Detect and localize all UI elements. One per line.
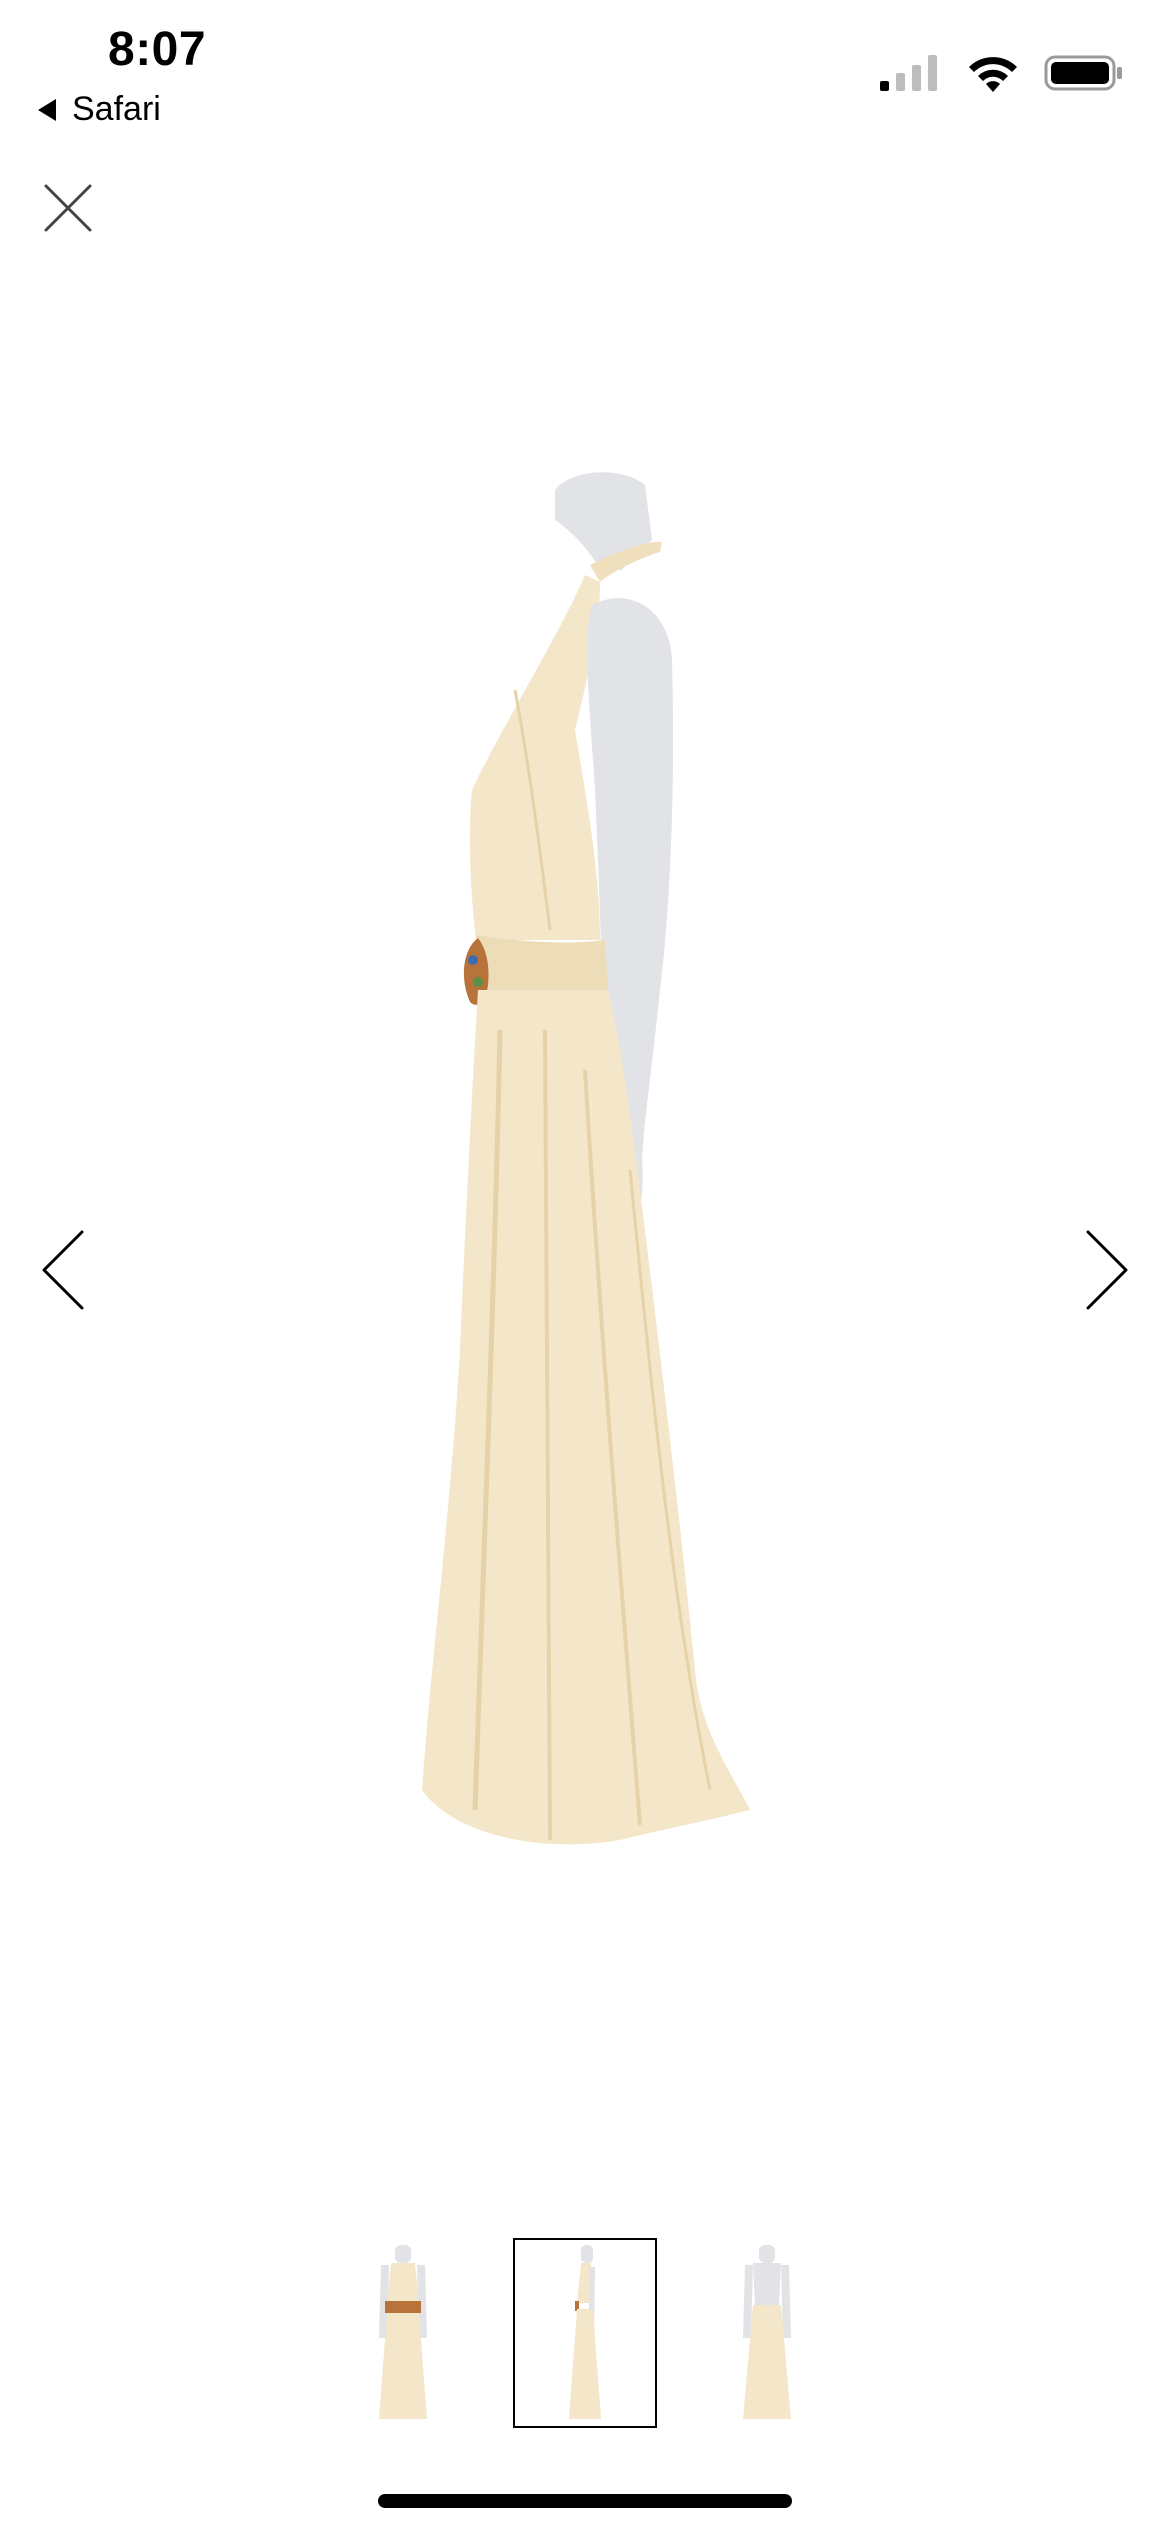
wifi-icon xyxy=(964,52,1022,99)
close-icon xyxy=(42,182,94,239)
chevron-right-icon xyxy=(1070,1230,1140,1324)
thumbnail-front-view[interactable] xyxy=(331,2238,475,2428)
cellular-signal-icon xyxy=(878,53,942,98)
thumbnail-strip xyxy=(0,2238,1170,2428)
status-time: 8:07 xyxy=(108,23,207,76)
previous-image-button[interactable] xyxy=(30,1220,100,1320)
main-product-image xyxy=(300,470,870,2070)
thumbnail-side-view[interactable] xyxy=(513,2238,657,2428)
status-icons xyxy=(878,52,1124,99)
close-button[interactable] xyxy=(36,178,100,242)
home-indicator[interactable] xyxy=(378,2494,792,2508)
back-app-label: Safari xyxy=(72,90,161,128)
next-image-button[interactable] xyxy=(1070,1220,1140,1320)
thumbnail-back-view[interactable] xyxy=(695,2238,839,2428)
battery-icon xyxy=(1044,53,1124,98)
back-triangle-icon xyxy=(36,97,58,123)
chevron-left-icon xyxy=(30,1230,100,1324)
back-to-app-button[interactable]: Safari xyxy=(36,90,161,129)
